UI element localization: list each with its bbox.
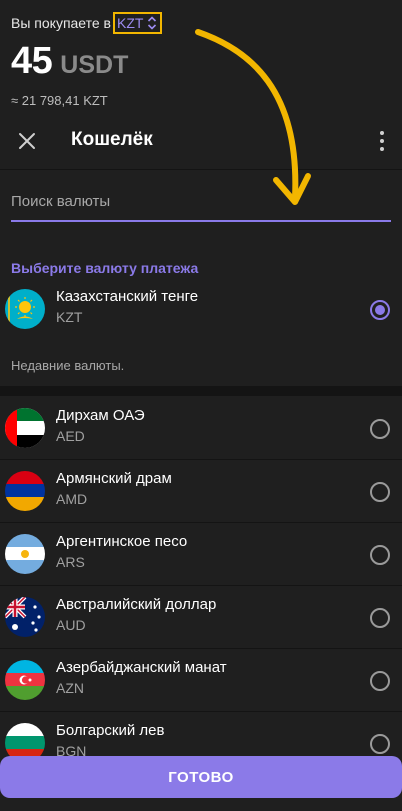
kazakhstan-flag-icon: [5, 289, 45, 329]
armenia-flag-icon: [5, 471, 45, 511]
currency-name: Австралийский доллар: [56, 596, 217, 613]
currency-option-kzt[interactable]: Казахстанский тенге KZT: [0, 278, 402, 341]
recent-currencies-note: Недавние валюты.: [11, 358, 125, 373]
radio-button[interactable]: [370, 734, 390, 754]
search-field[interactable]: [11, 182, 391, 222]
australia-flag-icon: [5, 597, 45, 637]
buy-line: Вы покупаете в KZT: [11, 12, 163, 34]
close-button[interactable]: [14, 128, 40, 154]
chevron-updown-icon: [148, 16, 157, 30]
radio-button[interactable]: [370, 671, 390, 691]
currency-name: Казахстанский тенге: [56, 288, 199, 305]
dot-icon: [380, 131, 384, 135]
approx-amount: ≈ 21 798,41 KZT: [11, 93, 108, 108]
currency-name: Аргентинское песо: [56, 533, 188, 550]
currency-code: ARS: [56, 554, 85, 570]
currency-switch-label: KZT: [117, 15, 144, 31]
currency-switch[interactable]: KZT: [113, 12, 163, 34]
page-title: Кошелёк: [71, 129, 153, 150]
section-divider: [0, 386, 402, 396]
close-icon: [19, 133, 35, 149]
dot-icon: [380, 139, 384, 143]
currency-code: AUD: [56, 617, 86, 633]
section-title: Выберите валюту платежа: [11, 260, 199, 276]
currency-name: Азербайджанский манат: [56, 659, 227, 676]
currency-code: AMD: [56, 491, 88, 507]
radio-button-selected[interactable]: [370, 300, 390, 320]
currency-name: Армянский драм: [56, 470, 172, 487]
purchase-amount: 45 USDT: [11, 40, 128, 83]
currency-option-ars[interactable]: Аргентинское песо ARS: [0, 523, 402, 586]
currency-option-aud[interactable]: Австралийский доллар AUD: [0, 586, 402, 649]
done-button[interactable]: ГОТОВО: [0, 756, 402, 798]
amount-unit: USDT: [60, 51, 129, 79]
uae-flag-icon: [5, 408, 45, 448]
currency-code: AZN: [56, 680, 84, 696]
more-menu-button[interactable]: [376, 129, 388, 153]
radio-button[interactable]: [370, 482, 390, 502]
radio-button[interactable]: [370, 608, 390, 628]
search-input[interactable]: [11, 182, 391, 220]
argentina-flag-icon: [5, 534, 45, 574]
radio-button[interactable]: [370, 545, 390, 565]
amount-value: 45: [11, 40, 53, 82]
currency-code: KZT: [56, 309, 83, 325]
currency-option-aed[interactable]: Дирхам ОАЭ AED: [0, 397, 402, 460]
currency-name: Дирхам ОАЭ: [56, 407, 145, 424]
azerbaijan-flag-icon: [5, 660, 45, 700]
buy-prefix-text: Вы покупаете в: [11, 15, 111, 31]
currency-option-amd[interactable]: Армянский драм AMD: [0, 460, 402, 523]
currency-code: AED: [56, 428, 85, 444]
radio-button[interactable]: [370, 419, 390, 439]
currency-name: Болгарский лев: [56, 722, 165, 739]
dot-icon: [380, 147, 384, 151]
currency-option-azn[interactable]: Азербайджанский манат AZN: [0, 649, 402, 712]
